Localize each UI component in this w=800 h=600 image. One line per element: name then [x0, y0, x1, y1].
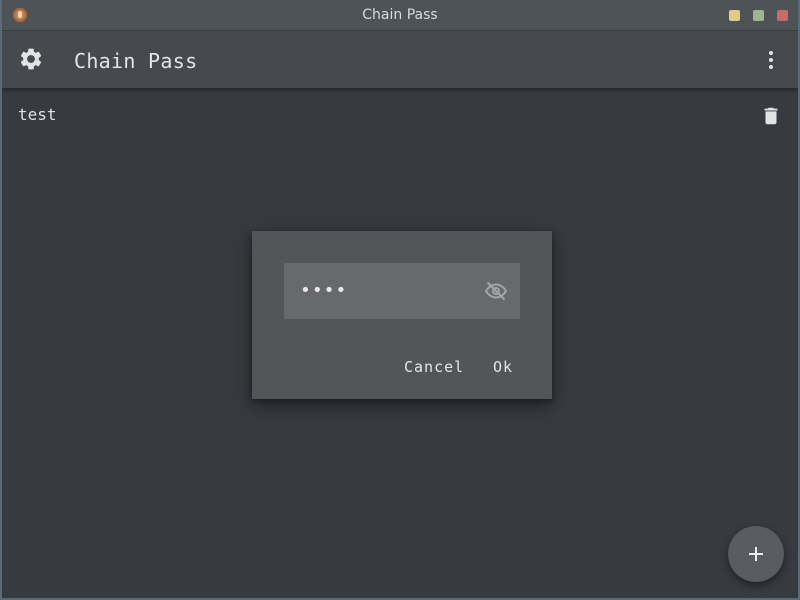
- minimize-button[interactable]: [729, 10, 740, 21]
- app-bar: Chain Pass: [2, 31, 798, 88]
- delete-button[interactable]: [760, 105, 782, 127]
- settings-button[interactable]: [18, 46, 44, 72]
- app-window: Chain Pass Chain Pass test •••• Cancel O…: [0, 0, 800, 600]
- plus-icon: [749, 547, 763, 561]
- gear-icon: [20, 48, 42, 70]
- ok-button[interactable]: Ok: [493, 355, 513, 379]
- maximize-button[interactable]: [753, 10, 764, 21]
- eye-off-icon: [484, 281, 508, 301]
- close-button[interactable]: [777, 10, 788, 21]
- more-options-button[interactable]: [760, 47, 782, 73]
- cancel-button[interactable]: Cancel: [404, 355, 464, 379]
- more-vertical-icon: [769, 51, 773, 69]
- list-item-label: test: [18, 105, 57, 124]
- password-field[interactable]: ••••: [284, 263, 520, 319]
- trash-icon: [764, 107, 778, 125]
- add-button[interactable]: [728, 526, 784, 582]
- app-title: Chain Pass: [74, 49, 198, 73]
- list-item[interactable]: test: [2, 88, 798, 144]
- toggle-visibility-button[interactable]: [484, 279, 508, 303]
- password-dialog: •••• Cancel Ok: [252, 231, 552, 399]
- window-titlebar[interactable]: Chain Pass: [2, 0, 798, 31]
- password-value[interactable]: ••••: [300, 263, 347, 319]
- window-title: Chain Pass: [362, 7, 438, 23]
